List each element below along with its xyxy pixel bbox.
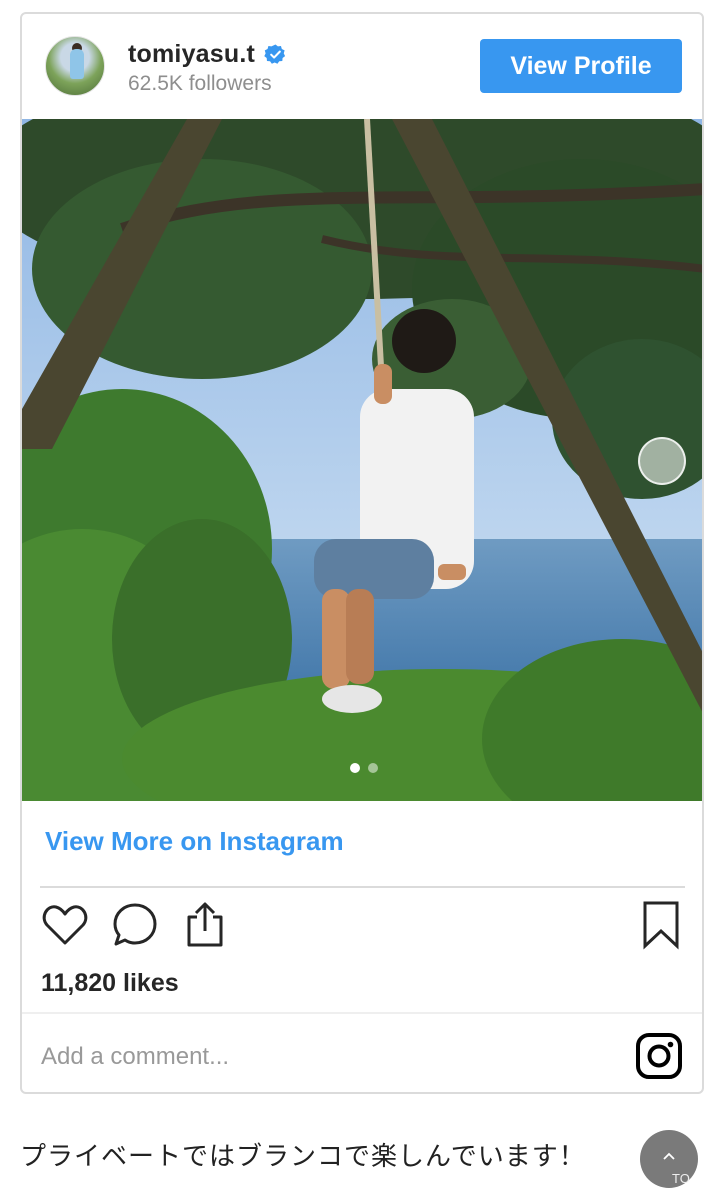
divider <box>40 886 685 888</box>
bookmark-icon[interactable] <box>636 899 686 951</box>
chevron-up-icon <box>662 1149 676 1165</box>
carousel-dot[interactable] <box>368 763 378 773</box>
avatar[interactable] <box>45 36 105 96</box>
username-row: tomiyasu.t <box>128 40 287 69</box>
article-caption: プライベートではブランコで楽しんでいます！ <box>20 1142 586 1172</box>
carousel-dot-active[interactable] <box>350 763 360 773</box>
gallery-indicator-icon[interactable] <box>638 437 686 485</box>
username[interactable]: tomiyasu.t <box>128 40 255 69</box>
instagram-logo-icon[interactable] <box>636 1033 682 1079</box>
post-photo[interactable] <box>22 119 702 801</box>
instagram-embed-card: tomiyasu.t 62.5K followers View Profile <box>20 12 704 1094</box>
heart-icon[interactable] <box>40 899 90 951</box>
scroll-to-top-button[interactable]: TO <box>640 1130 698 1188</box>
post-header: tomiyasu.t 62.5K followers View Profile <box>22 14 702 119</box>
like-count: 11,820 likes <box>41 969 179 997</box>
share-icon[interactable] <box>180 899 230 951</box>
to-top-label: TO <box>672 1171 690 1186</box>
divider <box>22 1012 702 1014</box>
view-profile-button[interactable]: View Profile <box>480 39 682 93</box>
verified-badge-icon <box>264 43 287 66</box>
carousel-dots <box>350 763 378 773</box>
comment-icon[interactable] <box>110 899 160 951</box>
action-bar <box>22 899 702 969</box>
swing-photo-illustration <box>22 119 702 801</box>
comment-input[interactable] <box>41 1037 601 1077</box>
follower-count: 62.5K followers <box>128 72 272 95</box>
view-more-link[interactable]: View More on Instagram <box>45 826 344 857</box>
